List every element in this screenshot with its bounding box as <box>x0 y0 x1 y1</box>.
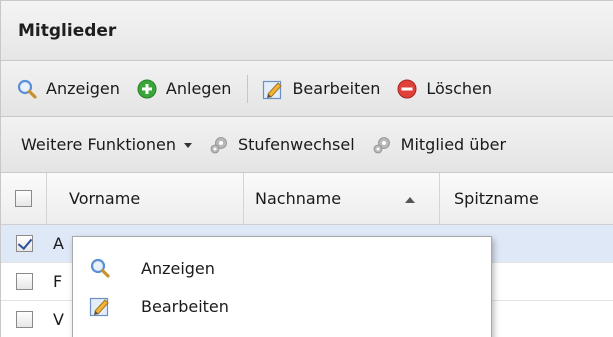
column-header-vorname[interactable]: Vorname <box>47 173 244 224</box>
context-menu: Anzeigen Bearbeiten <box>72 236 492 337</box>
level-change-label: Stufenwechsel <box>237 135 355 154</box>
chevron-down-icon <box>183 143 192 148</box>
create-button[interactable]: Anlegen <box>136 78 232 100</box>
delete-icon <box>396 78 418 100</box>
magnifier-icon <box>89 257 111 279</box>
show-button[interactable]: Anzeigen <box>16 78 120 100</box>
row-vorname: A <box>53 234 64 253</box>
row-checkbox[interactable] <box>15 311 33 328</box>
level-change-button[interactable]: Stufenwechsel <box>208 134 355 156</box>
main-toolbar: Anzeigen Anlegen Bearbeiten Löschen <box>1 61 613 117</box>
select-all-checkbox[interactable] <box>15 190 32 207</box>
context-menu-show[interactable]: Anzeigen <box>73 249 491 287</box>
row-checkbox[interactable] <box>15 273 33 290</box>
gear-icon <box>208 134 230 156</box>
column-label-vorname: Vorname <box>69 189 141 208</box>
more-functions-menu[interactable]: Weitere Funktionen <box>21 135 192 154</box>
edit-icon <box>89 295 111 317</box>
edit-button[interactable]: Bearbeiten <box>262 78 380 100</box>
column-label-nachname: Nachname <box>255 189 342 208</box>
select-all-cell <box>1 173 47 224</box>
delete-label: Löschen <box>426 79 493 98</box>
context-menu-edit-label: Bearbeiten <box>141 296 229 316</box>
row-checkbox[interactable] <box>15 235 33 252</box>
panel-title: Mitglieder <box>18 20 117 41</box>
more-functions-label: Weitere Funktionen <box>21 135 176 154</box>
context-menu-show-label: Anzeigen <box>141 258 215 278</box>
sort-ascending-icon <box>405 197 415 203</box>
show-label: Anzeigen <box>46 79 120 98</box>
secondary-toolbar: Weitere Funktionen Stufenwechsel Mitglie… <box>1 117 613 173</box>
member-transfer-label: Mitglied über <box>400 135 507 154</box>
context-menu-edit[interactable]: Bearbeiten <box>73 287 491 325</box>
row-vorname: V <box>53 310 64 329</box>
row-vorname: F <box>53 272 63 291</box>
member-transfer-button[interactable]: Mitglied über <box>371 134 506 156</box>
edit-label: Bearbeiten <box>292 79 381 98</box>
delete-button[interactable]: Löschen <box>396 78 492 100</box>
column-header-spitzname[interactable]: Spitzname <box>440 173 613 224</box>
column-header-nachname[interactable]: Nachname <box>244 173 440 224</box>
create-label: Anlegen <box>165 79 232 98</box>
column-label-spitzname: Spitzname <box>454 189 539 208</box>
grid-header: Vorname Nachname Spitzname <box>1 173 613 225</box>
toolbar-separator <box>247 74 249 103</box>
add-icon <box>136 78 158 100</box>
gear-icon <box>371 134 393 156</box>
magnifier-icon <box>16 78 38 100</box>
panel-header: Mitglieder <box>1 1 613 61</box>
edit-icon <box>262 78 284 100</box>
